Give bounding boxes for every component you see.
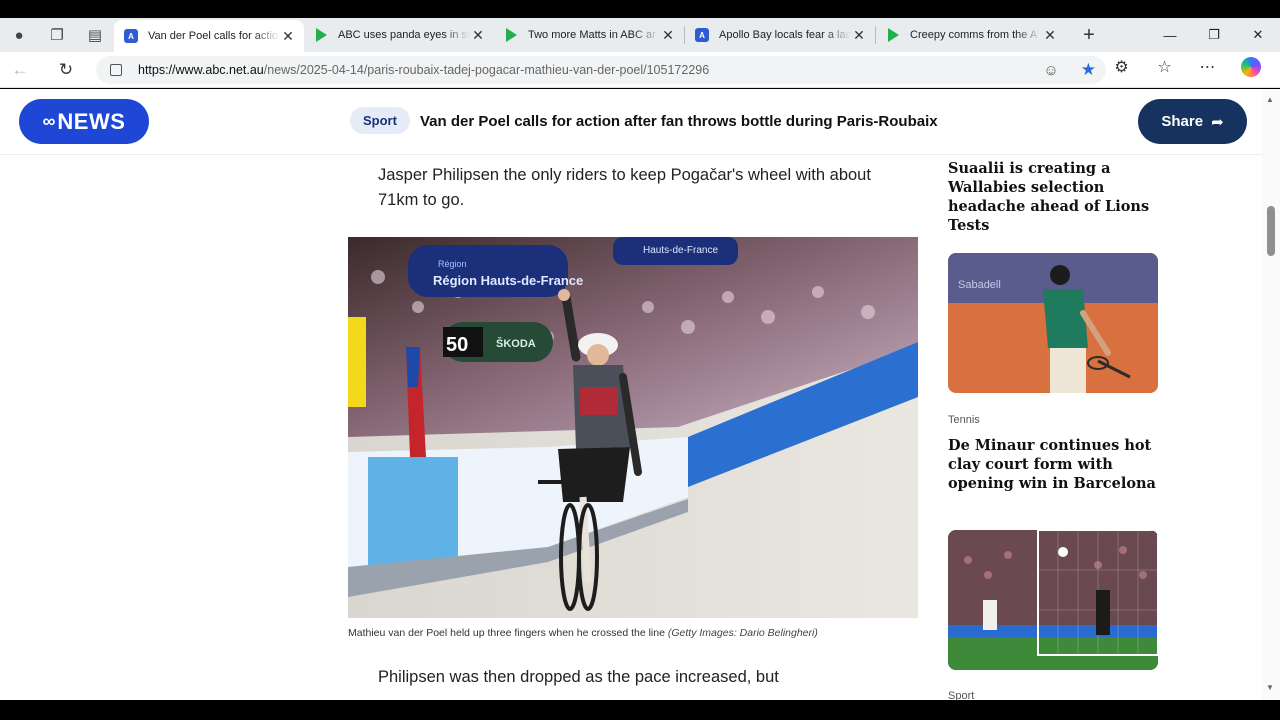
- header-article-title: Van der Poel calls for action after fan …: [420, 113, 938, 130]
- logo-text: NEWS: [57, 108, 126, 134]
- address-bar: ← ↻ https://www.abc.net.au/news/2025-04-…: [0, 52, 1280, 88]
- abc-icon: A: [695, 28, 709, 42]
- sidebar-story-title[interactable]: Suaalii is creating a Wallabies selectio…: [948, 159, 1163, 235]
- tab-title: Creepy comms from the A: [910, 29, 1038, 41]
- tab-title: Van der Poel calls for actio: [148, 30, 279, 42]
- photo-banner-text: Région Hauts-de-France: [433, 273, 583, 288]
- tab-abc-panda-eyes[interactable]: ABC uses panda eyes in st ✕: [304, 18, 494, 52]
- tab-van-der-poel[interactable]: A Van der Poel calls for actio ✕: [114, 20, 304, 52]
- photo-sponsor-text: ŠKODA: [496, 337, 536, 350]
- restore-icon[interactable]: ❐: [1192, 18, 1236, 52]
- tab-two-more-matts[interactable]: Two more Matts in ABC ar ✕: [494, 18, 684, 52]
- url-domain: https://www.abc.net.au: [138, 63, 264, 77]
- tab-apollo-bay[interactable]: A Apollo Bay locals fear a lac ✕: [685, 18, 875, 52]
- more-menu-icon[interactable]: ⋯: [1186, 57, 1229, 82]
- tab-title: ABC uses panda eyes in st: [338, 29, 470, 41]
- close-icon[interactable]: ✕: [660, 27, 676, 44]
- article-paragraph: Philipsen was then dropped as the pace i…: [378, 668, 779, 686]
- photo-caption: Mathieu van der Poel held up three finge…: [348, 627, 918, 639]
- abc-logo-mark: ∞: [42, 111, 56, 131]
- page-scrollbar[interactable]: ▲ ▼: [1262, 89, 1280, 700]
- category-pill[interactable]: Sport: [350, 107, 410, 134]
- close-icon[interactable]: ✕: [1042, 27, 1058, 44]
- tab-title: Apollo Bay locals fear a lac: [719, 29, 851, 41]
- sidebar-category[interactable]: Tennis: [948, 414, 980, 426]
- refresh-icon[interactable]: ↻: [46, 52, 86, 88]
- close-icon[interactable]: ✕: [851, 27, 867, 44]
- share-arrow-icon: ➦: [1211, 113, 1224, 131]
- url-path: /news/2025-04-14/paris-roubaix-tadej-pog…: [263, 63, 710, 77]
- scrollbar-thumb[interactable]: [1267, 206, 1275, 256]
- share-label: Share: [1161, 113, 1204, 130]
- article-paragraph: Jasper Philipsen the only riders to keep…: [378, 166, 871, 209]
- web-page: ∞ NEWS Sport Van der Poel calls for acti…: [0, 89, 1280, 700]
- caption-credit: (Getty Images: Dario Belingheri): [667, 627, 818, 639]
- workspaces-icon[interactable]: ❐: [38, 18, 76, 52]
- close-icon[interactable]: ✕: [470, 27, 486, 44]
- article-photo: Région Région Hauts-de-France Hauts-de-F…: [348, 237, 918, 618]
- photo-number-text: 50: [446, 334, 468, 356]
- minimize-icon[interactable]: —: [1148, 18, 1192, 52]
- new-tab-button[interactable]: +: [1072, 24, 1106, 47]
- close-icon[interactable]: ✕: [280, 28, 296, 45]
- play-icon: [504, 28, 518, 42]
- svg-text:Région: Région: [438, 259, 467, 269]
- reader-mode-icon[interactable]: ☺: [1043, 62, 1058, 79]
- tab-title: Two more Matts in ABC ar: [528, 29, 656, 41]
- photo-banner-text: Hauts-de-France: [643, 245, 718, 256]
- play-icon: [886, 28, 900, 42]
- abc-news-logo[interactable]: ∞ NEWS: [19, 99, 149, 144]
- share-button[interactable]: Share ➦: [1138, 99, 1247, 144]
- play-icon: [314, 28, 328, 42]
- extensions-icon[interactable]: ⚙: [1100, 57, 1143, 82]
- back-icon[interactable]: ←: [0, 52, 40, 88]
- scroll-down-icon[interactable]: ▼: [1266, 683, 1274, 692]
- favorites-icon[interactable]: ☆: [1143, 57, 1186, 82]
- sidebar-category[interactable]: Sport: [948, 690, 974, 700]
- sidebar-thumbnail-tennis[interactable]: Sabadell: [948, 253, 1158, 393]
- sidebar-story-title[interactable]: De Minaur continues hot clay court form …: [948, 436, 1163, 493]
- thumb-banner-text: Sabadell: [958, 279, 1001, 291]
- url-input[interactable]: https://www.abc.net.au/news/2025-04-14/p…: [96, 56, 1106, 84]
- profile-icon[interactable]: ●: [0, 18, 38, 52]
- tab-creepy-comms[interactable]: Creepy comms from the A ✕: [876, 18, 1066, 52]
- sidebar-thumbnail-football[interactable]: [948, 530, 1158, 670]
- abc-icon: A: [124, 29, 138, 43]
- scroll-up-icon[interactable]: ▲: [1266, 95, 1274, 104]
- window-controls: — ❐ ✕: [1148, 18, 1280, 52]
- favorite-star-icon[interactable]: ★: [1081, 60, 1096, 80]
- copilot-icon[interactable]: [1229, 57, 1272, 82]
- site-header: ∞ NEWS Sport Van der Poel calls for acti…: [0, 89, 1262, 155]
- lock-icon[interactable]: [110, 64, 122, 76]
- close-window-icon[interactable]: ✕: [1236, 18, 1280, 52]
- tab-actions-icon[interactable]: ▤: [76, 18, 114, 52]
- caption-text: Mathieu van der Poel held up three finge…: [348, 627, 665, 639]
- browser-tab-bar: ● ❐ ▤ A Van der Poel calls for actio ✕ A…: [0, 18, 1280, 52]
